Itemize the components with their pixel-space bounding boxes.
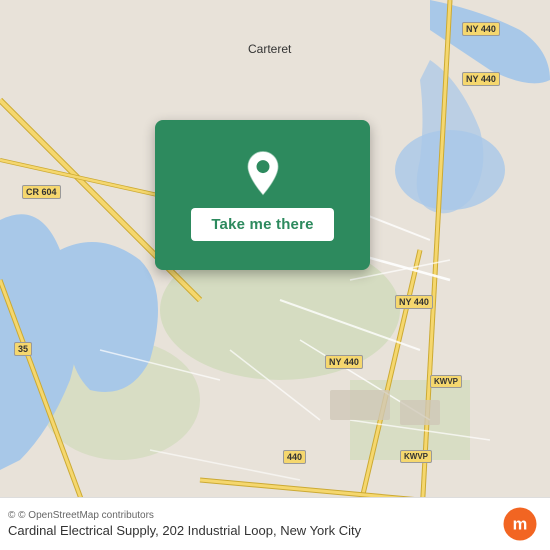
take-me-there-button[interactable]: Take me there (191, 208, 333, 241)
moovit-icon: m (502, 506, 538, 542)
road-label-kwvp2: KWVP (400, 450, 432, 463)
road-label-kwvp1: KWVP (430, 375, 462, 388)
road-label-ny440-top: NY 440 (462, 22, 500, 36)
road-label-ny440-right: NY 440 (462, 72, 500, 86)
road-label-35: 35 (14, 342, 32, 356)
road-label-cr604: CR 604 (22, 185, 61, 199)
location-pin-icon (239, 150, 287, 198)
moovit-logo: m (502, 506, 538, 542)
road-label-ny440-low: NY 440 (325, 355, 363, 369)
location-title: Cardinal Electrical Supply, 202 Industri… (8, 523, 361, 538)
bottom-info: © © OpenStreetMap contributors Cardinal … (8, 510, 361, 538)
action-card: Take me there (155, 120, 370, 270)
road-label-440-bottom: 440 (283, 450, 306, 464)
map-container: Carteret NY 440 NY 440 NY 440 NY 440 CR … (0, 0, 550, 550)
attribution-text: © © OpenStreetMap contributors (8, 510, 361, 521)
attribution-label: © OpenStreetMap contributors (18, 510, 154, 521)
carteret-label: Carteret (248, 42, 291, 56)
map-background: Carteret NY 440 NY 440 NY 440 NY 440 CR … (0, 0, 550, 550)
bottom-bar: © © OpenStreetMap contributors Cardinal … (0, 497, 550, 550)
copyright-symbol: © (8, 510, 15, 521)
svg-text:m: m (513, 515, 528, 533)
road-label-ny440-mid: NY 440 (395, 295, 433, 309)
